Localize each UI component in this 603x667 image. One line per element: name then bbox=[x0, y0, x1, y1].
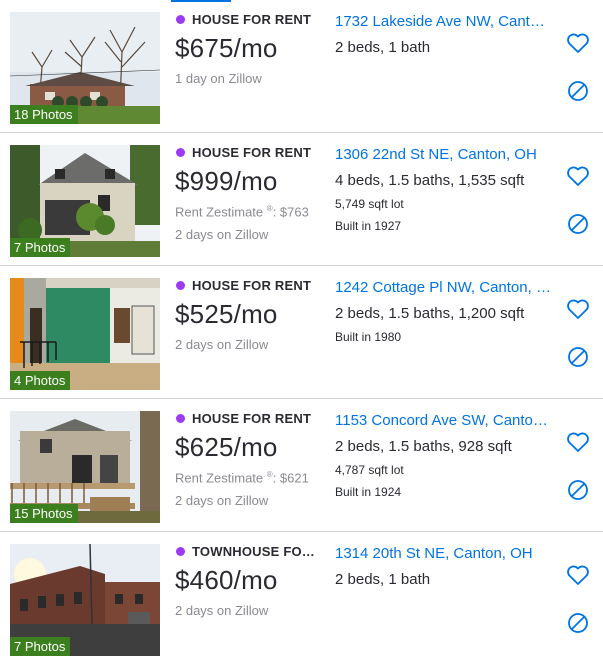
status-label: HOUSE FOR RENT bbox=[192, 12, 312, 27]
listing-beds-baths: 2 beds, 1.5 baths, 1,200 sqft bbox=[335, 305, 525, 322]
status-label: TOWNHOUSE FOR RENT bbox=[192, 544, 324, 559]
photo-count-badge: 7 Photos bbox=[10, 238, 71, 257]
days-on-zillow: 2 days on Zillow bbox=[175, 227, 269, 242]
listing-address-link[interactable]: 1732 Lakeside Ave NW, Canton, OH bbox=[335, 13, 553, 30]
zestimate-value: : $763 bbox=[272, 204, 309, 220]
listing-photo[interactable]: 18 Photos bbox=[10, 12, 160, 124]
hide-icon[interactable] bbox=[567, 80, 589, 102]
listing-address-link[interactable]: 1306 22nd St NE, Canton, OH bbox=[335, 146, 553, 163]
listing-address-link[interactable]: 1153 Concord Ave SW, Canton, OH bbox=[335, 412, 553, 429]
days-on-zillow: 2 days on Zillow bbox=[175, 337, 269, 352]
photo-count-badge: 7 Photos bbox=[10, 637, 71, 656]
listing-card[interactable]: 7 Photos HOUSE FOR RENT $999/mo Rent Zes… bbox=[0, 133, 603, 266]
listing-status: HOUSE FOR RENT bbox=[176, 12, 326, 27]
heart-icon[interactable] bbox=[566, 564, 590, 586]
listing-status: HOUSE FOR RENT bbox=[176, 278, 326, 293]
days-on-zillow: 2 days on Zillow bbox=[175, 493, 269, 508]
status-dot-icon bbox=[176, 15, 185, 24]
listing-beds-baths: 2 beds, 1 bath bbox=[335, 39, 431, 56]
photo-count-badge: 15 Photos bbox=[10, 504, 78, 523]
hide-icon[interactable] bbox=[567, 612, 589, 634]
lot-size: 5,749 sqft lot bbox=[335, 197, 404, 211]
listing-price: $999/mo bbox=[175, 166, 278, 196]
listing-beds-baths: 2 beds, 1 bath bbox=[335, 571, 431, 588]
listing-card[interactable]: 4 Photos HOUSE FOR RENT $525/mo 2 days o… bbox=[0, 266, 603, 399]
listing-photo[interactable]: 15 Photos bbox=[10, 411, 160, 523]
status-label: HOUSE FOR RENT bbox=[192, 145, 312, 160]
listing-photo[interactable]: 4 Photos bbox=[10, 278, 160, 390]
listing-photo[interactable]: 7 Photos bbox=[10, 544, 160, 656]
status-dot-icon bbox=[176, 414, 185, 423]
days-on-zillow: 1 day on Zillow bbox=[175, 71, 262, 86]
zestimate-value: : $621 bbox=[272, 470, 309, 486]
photo-count-badge: 18 Photos bbox=[10, 105, 78, 124]
listing-status: HOUSE FOR RENT bbox=[176, 411, 326, 426]
status-label: HOUSE FOR RENT bbox=[192, 278, 312, 293]
listing-status: HOUSE FOR RENT bbox=[176, 145, 326, 160]
zestimate-label: Rent Zestimate bbox=[175, 470, 264, 486]
listing-price: $675/mo bbox=[175, 33, 278, 63]
heart-icon[interactable] bbox=[566, 32, 590, 54]
listing-card[interactable]: 18 Photos HOUSE FOR RENT $675/mo 1 day o… bbox=[0, 0, 603, 133]
year-built: Built in 1924 bbox=[335, 485, 402, 499]
hide-icon[interactable] bbox=[567, 479, 589, 501]
photo-count-badge: 4 Photos bbox=[10, 371, 71, 390]
heart-icon[interactable] bbox=[566, 165, 590, 187]
hide-icon[interactable] bbox=[567, 346, 589, 368]
status-dot-icon bbox=[176, 281, 185, 290]
listing-price: $625/mo bbox=[175, 432, 278, 462]
hide-icon[interactable] bbox=[567, 213, 589, 235]
status-dot-icon bbox=[176, 547, 185, 556]
heart-icon[interactable] bbox=[566, 431, 590, 453]
listing-photo[interactable]: 7 Photos bbox=[10, 145, 160, 257]
listing-status: TOWNHOUSE FOR RENT bbox=[176, 544, 326, 559]
year-built: Built in 1927 bbox=[335, 219, 402, 233]
rent-zestimate: Rent Zestimate ®: $621 bbox=[175, 470, 309, 485]
listing-card[interactable]: 15 Photos HOUSE FOR RENT $625/mo Rent Ze… bbox=[0, 399, 603, 532]
listing-beds-baths: 4 beds, 1.5 baths, 1,535 sqft bbox=[335, 172, 525, 189]
year-built: Built in 1980 bbox=[335, 330, 402, 344]
listing-price: $460/mo bbox=[175, 565, 278, 595]
listing-address-link[interactable]: 1242 Cottage Pl NW, Canton, OH bbox=[335, 279, 553, 296]
status-dot-icon bbox=[176, 148, 185, 157]
heart-icon[interactable] bbox=[566, 298, 590, 320]
rent-zestimate: Rent Zestimate ®: $763 bbox=[175, 204, 309, 219]
days-on-zillow: 2 days on Zillow bbox=[175, 603, 269, 618]
listing-address-link[interactable]: 1314 20th St NE, Canton, OH bbox=[335, 545, 553, 562]
lot-size: 4,787 sqft lot bbox=[335, 463, 404, 477]
status-label: HOUSE FOR RENT bbox=[192, 411, 312, 426]
listing-beds-baths: 2 beds, 1.5 baths, 928 sqft bbox=[335, 438, 512, 455]
zestimate-label: Rent Zestimate bbox=[175, 204, 264, 220]
listing-card[interactable]: 7 Photos TOWNHOUSE FOR RENT $460/mo 2 da… bbox=[0, 532, 603, 667]
listing-price: $525/mo bbox=[175, 299, 278, 329]
